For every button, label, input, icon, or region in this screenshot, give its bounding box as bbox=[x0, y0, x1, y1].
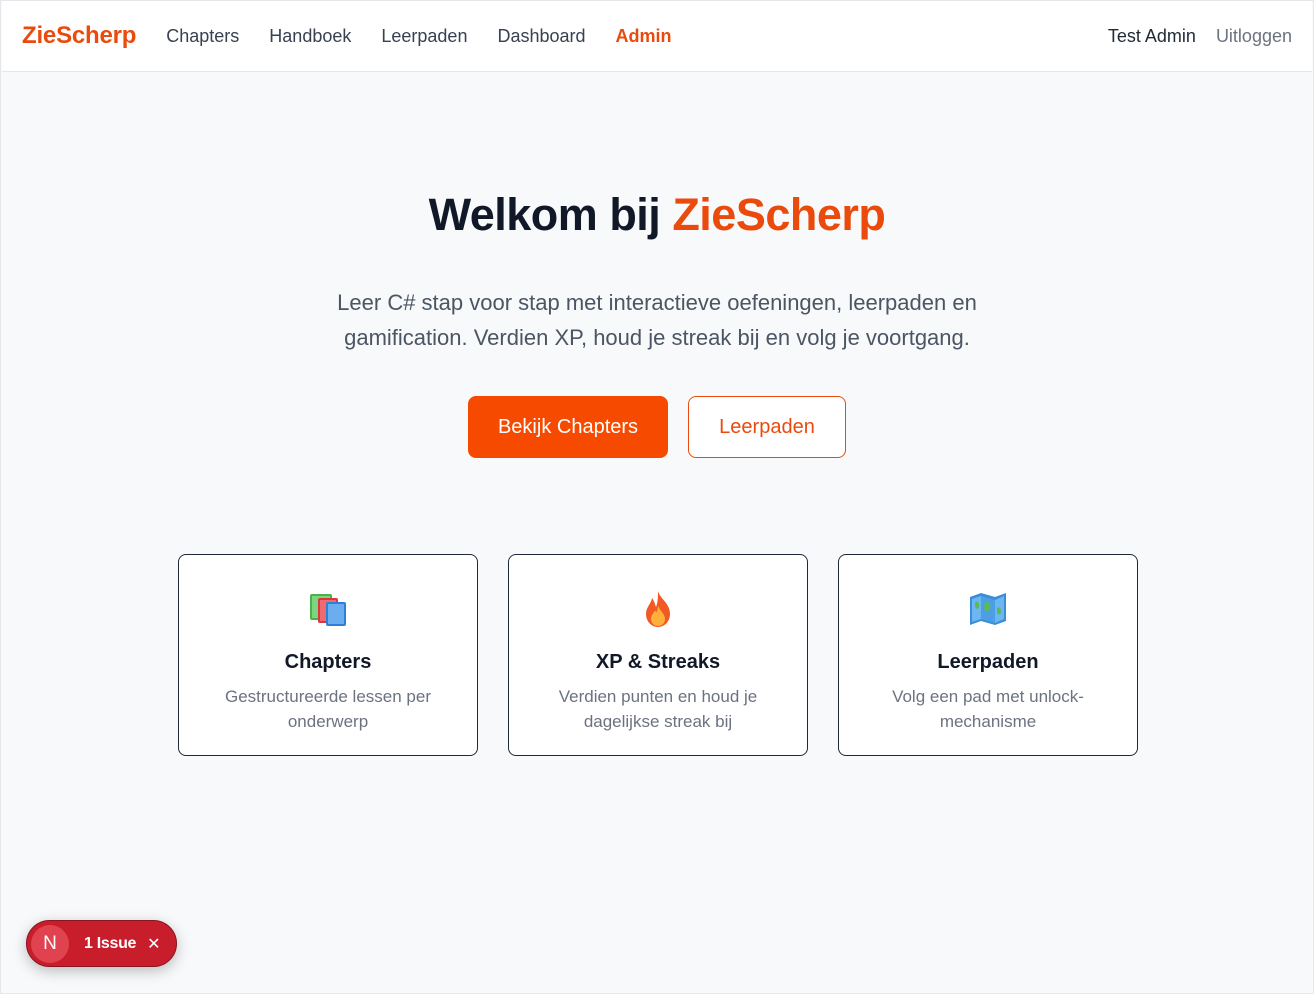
feature-card-leerpaden: Leerpaden Volg een pad met unlock-mechan… bbox=[838, 554, 1138, 756]
feature-card-title: XP & Streaks bbox=[595, 651, 721, 673]
feature-card-description: Verdien punten en houd je dagelijkse str… bbox=[558, 687, 758, 731]
learning-paths-button[interactable]: Leerpaden bbox=[688, 396, 846, 458]
hero-title-prefix: Welkom bij bbox=[428, 189, 673, 240]
nextjs-logo-icon[interactable]: N bbox=[31, 924, 69, 963]
map-icon bbox=[839, 589, 1137, 629]
nav-link-chapters[interactable]: Chapters bbox=[166, 26, 239, 47]
main-nav: Chapters Handboek Leerpaden Dashboard Ad… bbox=[166, 26, 671, 47]
fire-icon bbox=[509, 589, 807, 629]
nav-link-leerpaden[interactable]: Leerpaden bbox=[381, 26, 467, 47]
feature-card-xp-streaks: XP & Streaks Verdien punten en houd je d… bbox=[508, 554, 808, 756]
issue-badge[interactable]: N 1 Issue ✕ bbox=[26, 920, 177, 967]
books-icon bbox=[179, 589, 477, 629]
feature-card-description: Gestructureerde lessen per onderwerp bbox=[225, 687, 431, 731]
feature-card-description: Volg een pad met unlock-mechanisme bbox=[892, 687, 1084, 731]
hero-buttons: Bekijk Chapters Leerpaden bbox=[1, 396, 1313, 458]
top-navbar: ZieScherp Chapters Handboek Leerpaden Da… bbox=[2, 1, 1312, 72]
app-window: ZieScherp Chapters Handboek Leerpaden Da… bbox=[0, 0, 1314, 994]
hero-title: Welkom bij ZieScherp bbox=[1, 189, 1313, 241]
issue-count-label[interactable]: 1 Issue bbox=[84, 935, 136, 953]
hero-section: Welkom bij ZieScherp Leer C# stap voor s… bbox=[1, 189, 1313, 458]
hero-title-brand: ZieScherp bbox=[672, 189, 886, 240]
nav-link-handboek[interactable]: Handboek bbox=[269, 26, 351, 47]
feature-card-chapters: Chapters Gestructureerde lessen per onde… bbox=[178, 554, 478, 756]
feature-card-title: Chapters bbox=[284, 651, 372, 673]
user-area: Test Admin Uitloggen bbox=[1108, 26, 1292, 47]
hero-subtitle: Leer C# stap voor stap met interactieve … bbox=[337, 290, 977, 350]
close-icon[interactable]: ✕ bbox=[147, 934, 160, 954]
logout-link[interactable]: Uitloggen bbox=[1216, 26, 1292, 47]
view-chapters-button[interactable]: Bekijk Chapters bbox=[468, 396, 668, 458]
nav-link-dashboard[interactable]: Dashboard bbox=[497, 26, 585, 47]
feature-card-title: Leerpaden bbox=[937, 651, 1039, 673]
user-name: Test Admin bbox=[1107, 25, 1196, 46]
nav-link-admin[interactable]: Admin bbox=[616, 26, 672, 47]
brand-logo-link[interactable]: ZieScherp bbox=[22, 22, 136, 50]
feature-cards: Chapters Gestructureerde lessen per onde… bbox=[178, 554, 1138, 756]
